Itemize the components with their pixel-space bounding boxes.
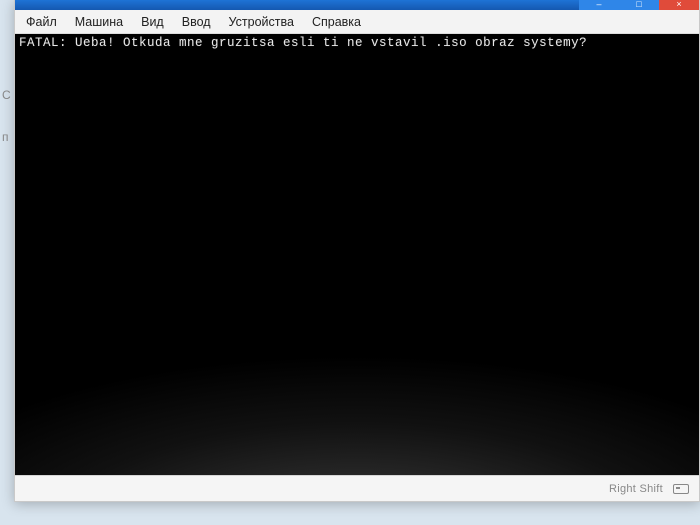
menu-input[interactable]: Ввод bbox=[173, 12, 220, 32]
statusbar: Right Shift bbox=[15, 475, 699, 501]
menu-view[interactable]: Вид bbox=[132, 12, 173, 32]
menubar: Файл Машина Вид Ввод Устройства Справка bbox=[15, 10, 699, 34]
hostkey-icon bbox=[673, 484, 689, 494]
menu-devices[interactable]: Устройства bbox=[220, 12, 303, 32]
background-hint-text: С bbox=[2, 88, 11, 102]
menu-machine[interactable]: Машина bbox=[66, 12, 132, 32]
menu-file[interactable]: Файл bbox=[17, 12, 66, 32]
window-titlebar: – □ × bbox=[15, 0, 699, 10]
hostkey-label: Right Shift bbox=[609, 483, 663, 495]
background-hint-text: п bbox=[2, 130, 9, 144]
vm-console[interactable]: FATAL: Ueba! Otkuda mne gruzitsa esli ti… bbox=[15, 34, 699, 475]
menu-help[interactable]: Справка bbox=[303, 12, 370, 32]
close-button[interactable]: × bbox=[659, 0, 699, 10]
vm-window: – □ × Файл Машина Вид Ввод Устройства Сп… bbox=[14, 0, 700, 502]
minimize-button[interactable]: – bbox=[579, 0, 619, 10]
maximize-button[interactable]: □ bbox=[619, 0, 659, 10]
window-controls: – □ × bbox=[579, 0, 699, 10]
console-output-line: FATAL: Ueba! Otkuda mne gruzitsa esli ti… bbox=[19, 36, 587, 50]
